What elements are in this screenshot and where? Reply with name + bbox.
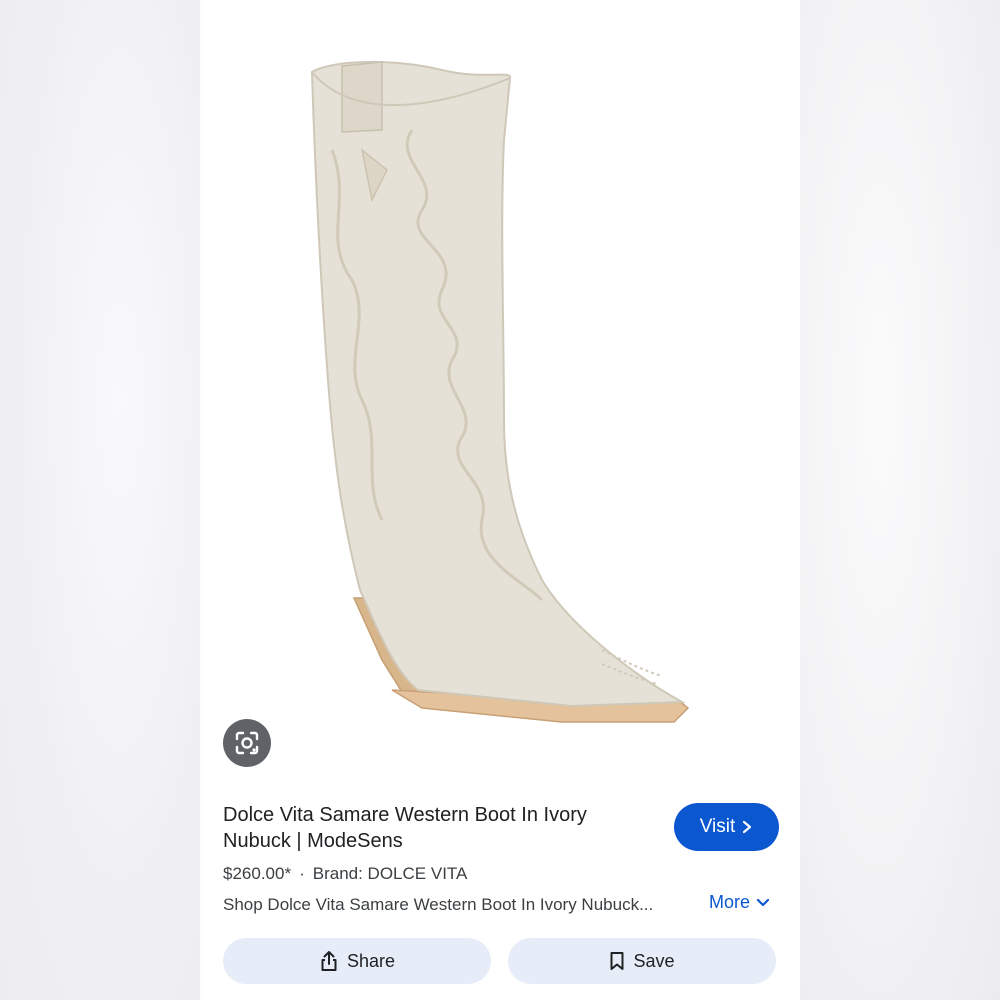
background-blur-right (800, 0, 1000, 1000)
chevron-right-icon (741, 820, 753, 834)
chevron-down-icon (756, 898, 770, 908)
visit-button-label: Visit (699, 816, 736, 837)
result-meta: $260.00* · Brand: DOLCE VITA (223, 864, 467, 884)
share-icon (319, 950, 339, 972)
result-info-panel: Dolce Vita Samare Western Boot In Ivory … (202, 788, 800, 1000)
price: $260.00* (223, 864, 292, 883)
product-image[interactable] (242, 0, 760, 788)
brand: Brand: DOLCE VITA (312, 864, 468, 883)
more-label: More (709, 892, 751, 912)
screenshot-stage: Dolce Vita Samare Western Boot In Ivory … (0, 0, 1000, 1000)
meta-separator: · (299, 864, 305, 883)
share-button[interactable]: Share (223, 938, 491, 984)
background-blur-left (0, 0, 200, 1000)
search-result-card: Dolce Vita Samare Western Boot In Ivory … (202, 0, 800, 1000)
lens-icon (234, 730, 260, 756)
bookmark-icon (609, 951, 625, 971)
visit-button[interactable]: Visit (674, 803, 779, 851)
share-label: Share (346, 950, 396, 971)
save-label: Save (633, 950, 675, 971)
result-description: Shop Dolce Vita Samare Western Boot In I… (223, 895, 654, 914)
save-button[interactable]: Save (508, 938, 776, 984)
result-title[interactable]: Dolce Vita Samare Western Boot In Ivory … (223, 802, 653, 854)
lens-button[interactable] (223, 719, 271, 767)
boot-illustration (310, 61, 690, 723)
more-button[interactable]: More (709, 892, 770, 913)
